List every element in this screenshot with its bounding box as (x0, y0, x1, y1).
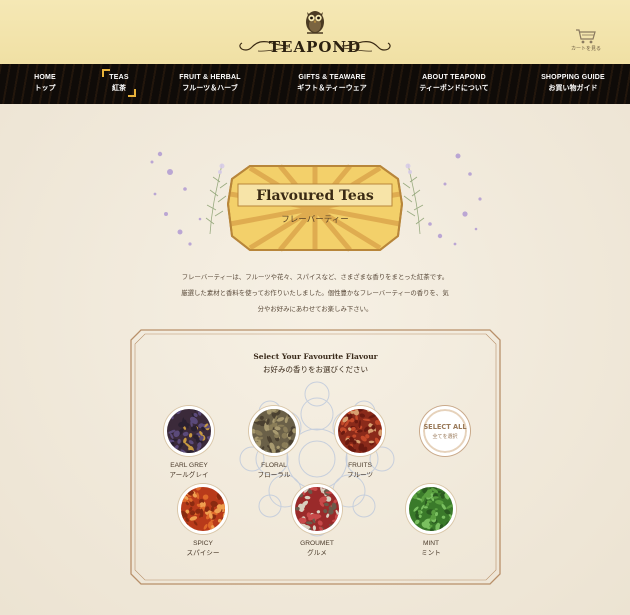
nav-item-label-en: TEAS (109, 74, 129, 81)
select-all-label-en: SELECT ALL (423, 422, 467, 431)
main-content: Flavoured Teas フレーバーティー フレーバーティーは、フルーツや花… (0, 104, 630, 615)
intro-text: フレーバーティーは、フルーツや花々、スパイスなど、さまざまな香りをまとった紅茶で… (160, 269, 470, 317)
nav-item-label-en: FRUIT & HERBAL (179, 74, 241, 81)
main-nav: HOME トップ TEAS 紅茶 FRUIT & HERBAL フルーツ＆ハーブ… (0, 64, 630, 104)
nav-item-label-jp: フルーツ＆ハーブ (182, 85, 238, 92)
cart-icon (576, 29, 596, 44)
site-header: TEAPOND カートを見る (0, 0, 630, 64)
flavour-floral[interactable]: FLORAL フローラル (239, 406, 309, 481)
selector-title-en: Select Your Favourite Flavour (253, 352, 378, 361)
nav-item-fruit-herbal[interactable]: FRUIT & HERBAL フルーツ＆ハーブ (175, 72, 245, 94)
banner-subtitle: フレーバーティー (281, 215, 348, 225)
nav-item-gifts-teaware[interactable]: GIFTS & TEAWARE ギフト＆ティーウェア (287, 72, 377, 94)
flavour-label-en: GROUMET (300, 540, 334, 547)
flavour-label-jp: フローラル (257, 472, 291, 479)
flavour-thumbnail (335, 406, 385, 456)
banner-title: Flavoured Teas (256, 188, 374, 204)
flavour-thumbnail (249, 406, 299, 456)
intro-line: フレーバーティーは、フルーツや花々、スパイスなど、さまざまな香りをまとった紅茶で… (181, 273, 449, 281)
select-all-button[interactable]: SELECT ALL 全てを選択 (410, 406, 480, 456)
flavoured-teas-banner: Flavoured Teas フレーバーティー (150, 151, 482, 252)
flavour-label-en: MINT (422, 540, 440, 547)
flavour-label-jp: フルーツ (346, 472, 374, 479)
nav-item-label-en: GIFTS & TEAWARE (298, 74, 366, 81)
flavour-label-jp: アールグレイ (169, 472, 209, 479)
right-flourish-icon (341, 40, 391, 52)
nav-item-teas[interactable]: TEAS 紅茶 (102, 69, 136, 97)
nav-item-label-jp: ギフト＆ティーウェア (297, 85, 367, 92)
select-all-label-jp: 全てを選択 (432, 433, 458, 440)
nav-item-label-en: SHOPPING GUIDE (541, 74, 605, 81)
flavour-label-en: FRUITS (348, 462, 372, 469)
flavour-thumbnail (292, 484, 342, 534)
flavour-thumbnail (164, 406, 214, 456)
cart-label: カートを見る (570, 46, 601, 52)
nav-item-label-jp: 紅茶 (112, 85, 126, 92)
flavour-thumbnail (406, 484, 456, 534)
logo-text[interactable]: TEAPOND (0, 38, 630, 56)
flavour-label-jp: ミント (421, 550, 441, 557)
intro-line: 厳選した素材と香料を使ってお作りいたしました。個性豊かなフレーバーティーの香りを… (181, 289, 449, 297)
flavour-label-jp: スパイシー (186, 550, 220, 557)
flavour-label-en: SPICY (193, 540, 213, 547)
nav-item-shopping-guide[interactable]: SHOPPING GUIDE お買い物ガイド (538, 72, 608, 94)
flavour-fruits[interactable]: FRUITS フルーツ (325, 406, 395, 481)
intro-line: 分やお好みにあわせてお楽しみ下さい。 (257, 305, 373, 313)
cart-button[interactable]: カートを見る (568, 28, 604, 52)
selector-heading: Select Your Favourite Flavour お好みの香りをお選び… (127, 352, 504, 375)
flavour-mint[interactable]: MINT ミント (396, 484, 466, 559)
owl-logo-icon[interactable] (299, 4, 331, 36)
nav-item-label-jp: ティーポンドについて (419, 85, 489, 92)
nav-item-label-jp: トップ (34, 85, 56, 92)
flavour-earl-grey[interactable]: EARL GREY アールグレイ (154, 406, 224, 481)
select-all-circle: SELECT ALL 全てを選択 (420, 406, 470, 456)
selector-title-jp: お好みの香りをお選びください (263, 365, 368, 374)
nav-item-home[interactable]: HOME トップ (30, 72, 60, 94)
nav-item-about[interactable]: ABOUT TEAPOND ティーポンドについて (413, 72, 495, 94)
flavour-spicy[interactable]: SPICY スパイシー (168, 484, 238, 559)
nav-item-label-jp: お買い物ガイド (548, 85, 598, 92)
flavour-label-en: EARL GREY (170, 462, 208, 469)
flavour-thumbnail (178, 484, 228, 534)
flavour-groumet[interactable]: GROUMET グルメ (282, 484, 352, 559)
flavour-label-jp: グルメ (307, 550, 327, 557)
nav-item-label-en: ABOUT TEAPOND (422, 74, 486, 81)
flavour-label-en: FLORAL (261, 462, 287, 469)
nav-item-label-en: HOME (34, 74, 56, 81)
